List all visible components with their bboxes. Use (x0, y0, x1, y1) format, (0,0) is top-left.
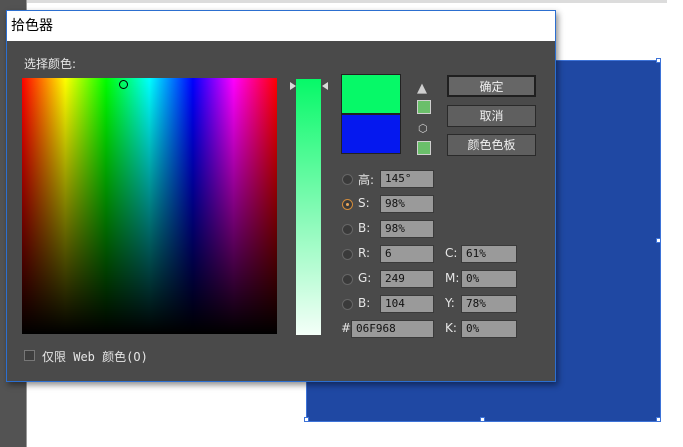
selection-handle[interactable] (656, 238, 661, 243)
web-safe-color-swatch[interactable] (417, 141, 431, 155)
selection-handle[interactable] (480, 417, 485, 422)
red-input[interactable]: 6 (380, 245, 434, 263)
select-color-label: 选择颜色: (24, 57, 77, 71)
color-field-marker[interactable] (119, 80, 128, 89)
cyan-label: C: (445, 246, 458, 260)
hex-input[interactable]: 06F968 (351, 320, 434, 338)
hex-label: # (341, 321, 352, 335)
selection-handle[interactable] (656, 58, 661, 63)
warning-triangle-icon[interactable]: ▲ (417, 81, 427, 96)
dialog-title[interactable]: 拾色器 (7, 11, 555, 41)
green-label: G: (358, 271, 372, 285)
ok-button[interactable]: 确定 (447, 75, 536, 97)
slider-left-arrow-icon[interactable] (290, 82, 296, 90)
blue-input[interactable]: 104 (380, 295, 434, 313)
hue-label: 高: (358, 173, 375, 187)
yellow-input[interactable]: 78% (461, 295, 517, 313)
green-input[interactable]: 249 (380, 270, 434, 288)
brightness-input[interactable]: 98% (380, 220, 434, 238)
cube-icon[interactable]: ⬡ (418, 122, 428, 135)
black-input[interactable]: 0% (461, 320, 517, 338)
magenta-label: M: (445, 271, 460, 285)
saturation-label: S: (358, 196, 370, 210)
web-colors-only-label[interactable]: 仅限 Web 颜色(O) (42, 348, 148, 365)
red-radio[interactable] (342, 249, 353, 260)
web-colors-only-checkbox[interactable] (24, 350, 35, 361)
color-field[interactable] (22, 78, 277, 334)
saturation-input[interactable]: 98% (380, 195, 434, 213)
blue-label: B: (358, 296, 371, 310)
cancel-button[interactable]: 取消 (447, 105, 536, 127)
artboard-edge (27, 0, 667, 3)
saturation-radio[interactable] (342, 199, 353, 210)
black-label: K: (445, 321, 457, 335)
new-color-swatch (341, 74, 401, 114)
selection-handle[interactable] (656, 417, 661, 422)
hue-input[interactable]: 145° (380, 170, 434, 188)
slider-right-arrow-icon[interactable] (322, 82, 328, 90)
selection-handle[interactable] (304, 417, 309, 422)
hue-slider[interactable] (296, 79, 321, 335)
blue-radio[interactable] (342, 299, 353, 310)
red-label: R: (358, 246, 371, 260)
green-radio[interactable] (342, 274, 353, 285)
brightness-label: B: (358, 221, 371, 235)
cyan-input[interactable]: 61% (461, 245, 517, 263)
magenta-input[interactable]: 0% (461, 270, 517, 288)
original-color-swatch[interactable] (341, 114, 401, 154)
gamut-color-swatch[interactable] (417, 100, 431, 114)
hue-radio[interactable] (342, 174, 353, 185)
brightness-radio[interactable] (342, 224, 353, 235)
color-picker-dialog: 拾色器 选择颜色: ▲ ⬡ 确定 取消 颜色色板 高: 145° S: 98% … (6, 10, 556, 382)
yellow-label: Y: (445, 296, 455, 310)
color-swatches-button[interactable]: 颜色色板 (447, 134, 536, 156)
